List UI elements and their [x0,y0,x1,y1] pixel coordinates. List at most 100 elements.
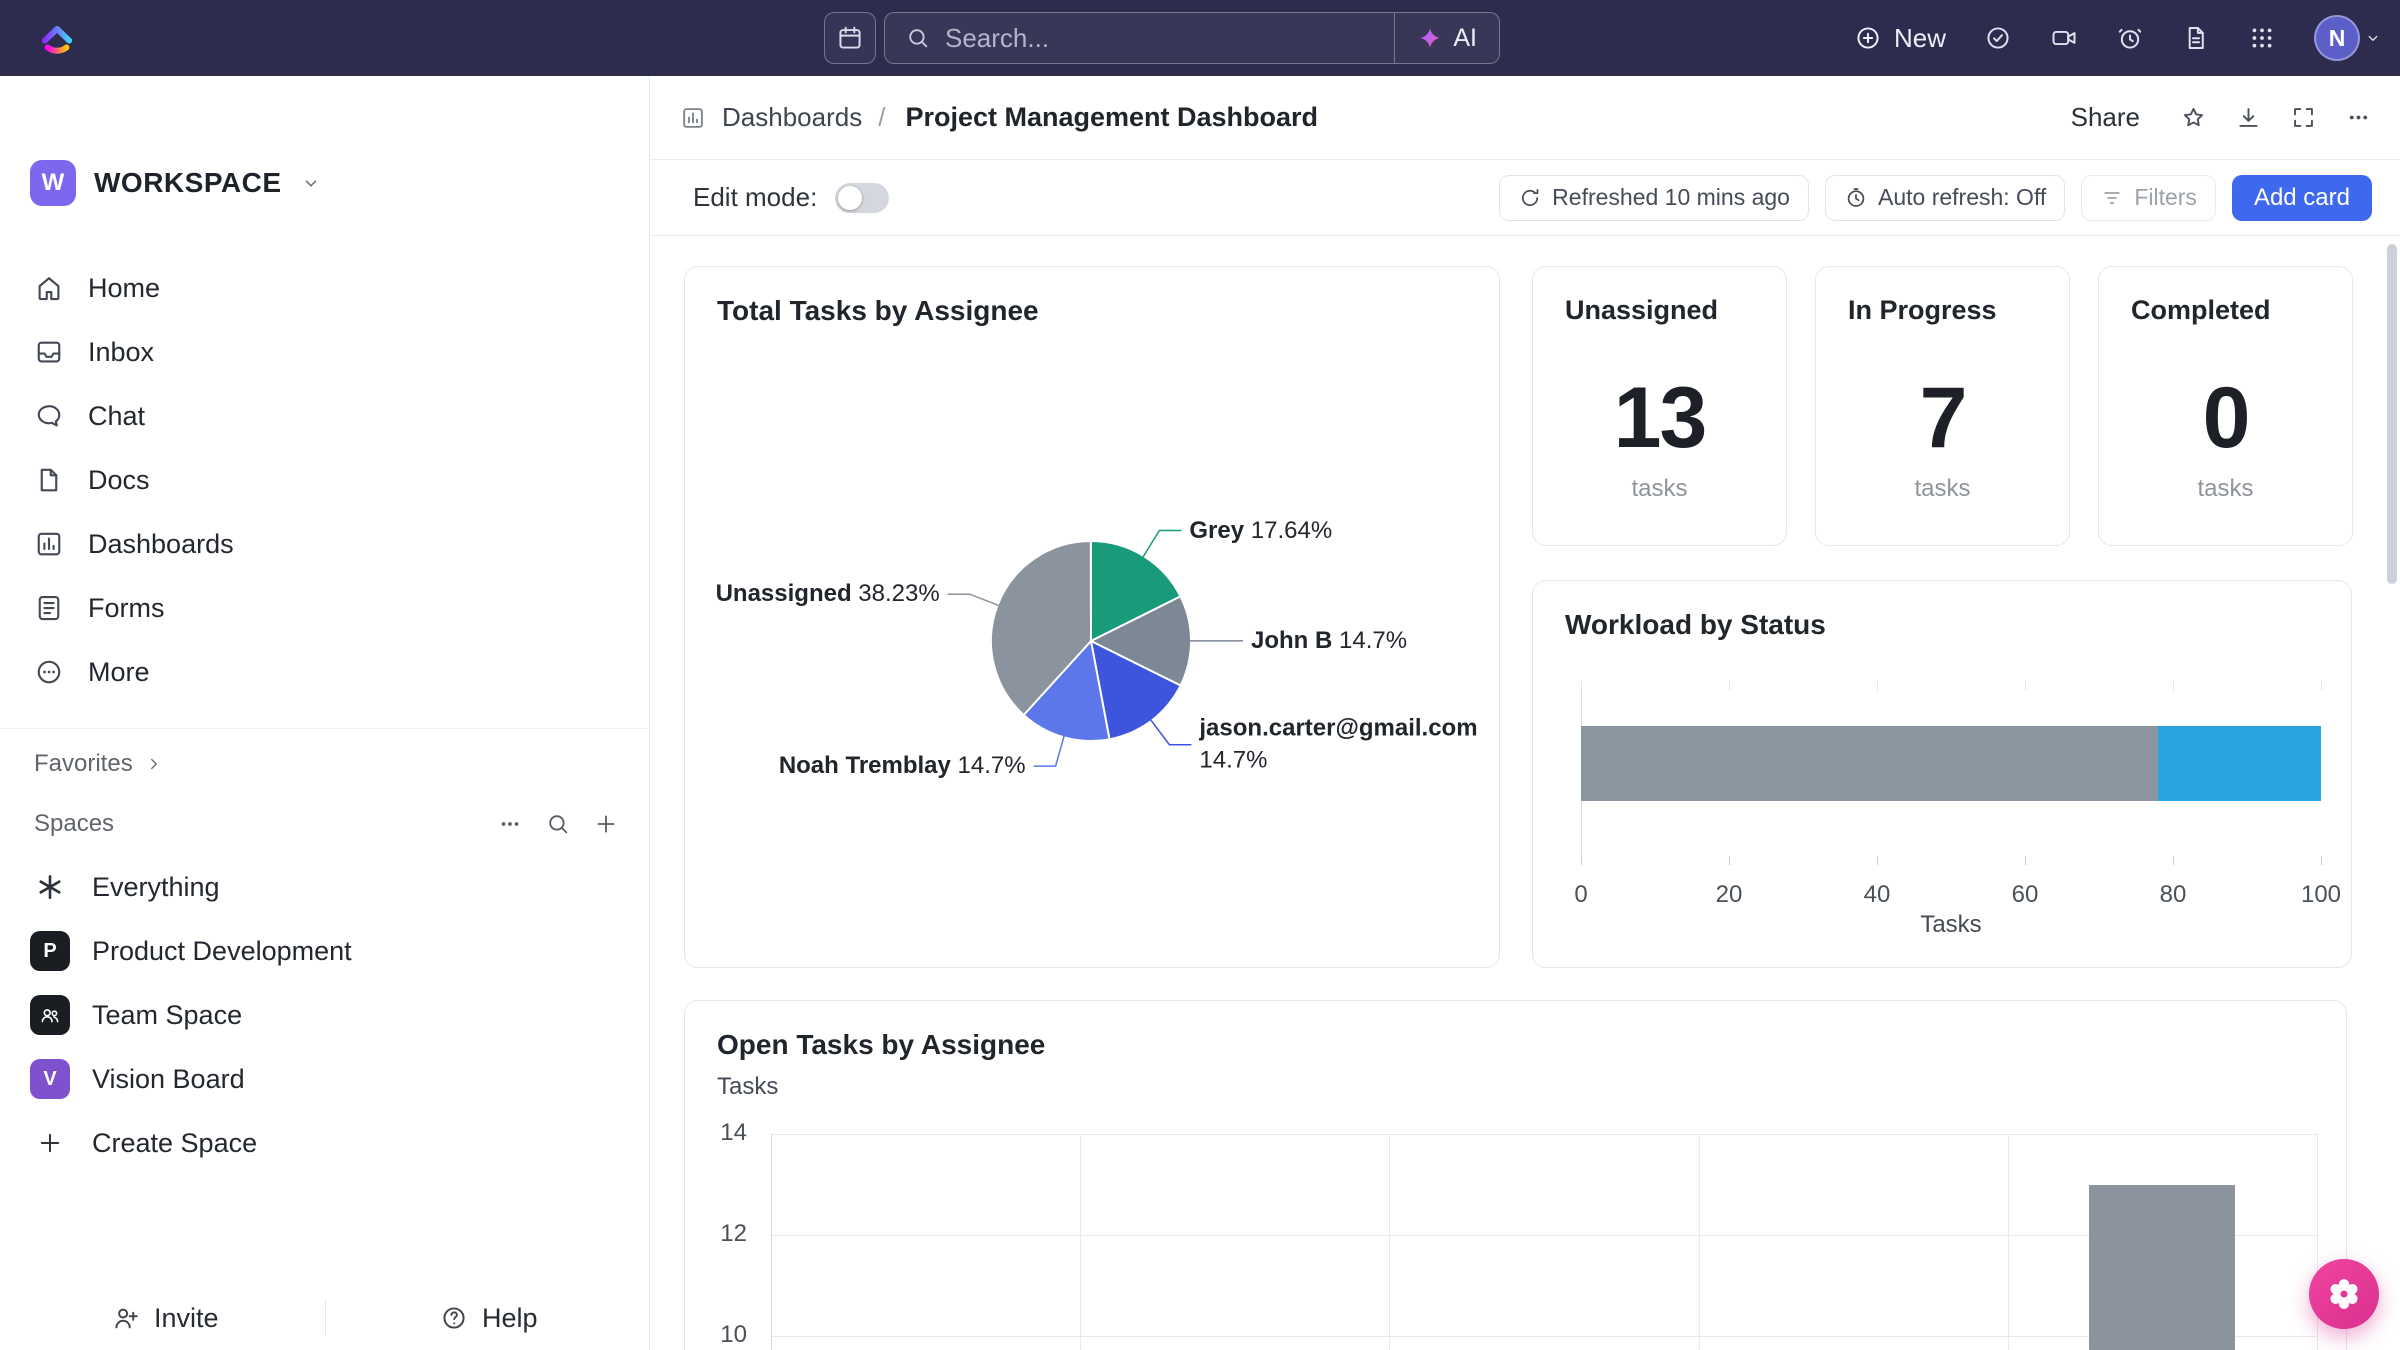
notepad-button[interactable] [2182,24,2210,52]
open-tasks-bar-chart: 141210 [685,1001,2346,1350]
pie-label-line [948,594,1000,606]
top-tick-mark [2321,681,2322,690]
spaces-add-button[interactable] [593,811,619,837]
share-button[interactable]: Share [2071,102,2140,133]
invite-label: Invite [154,1303,219,1334]
pie-label-line [1034,735,1065,766]
sidebar-space-team-space[interactable]: Team Space [0,983,649,1047]
pie-slice-label: Unassigned 38.23% [716,578,940,610]
reminders-button[interactable] [2116,24,2144,52]
top-tick-mark [1877,681,1878,690]
user-avatar[interactable]: N [2314,15,2360,61]
workload-bar-segment-0[interactable] [1581,726,2158,801]
nav-label: Chat [88,401,145,432]
sidebar-item-dashboards[interactable]: Dashboards [0,512,649,576]
nav-label: Forms [88,593,165,624]
new-label: New [1894,23,1946,54]
x-tick-label: 40 [1847,881,1907,909]
chevron-down-icon [300,172,322,194]
scrollbar[interactable] [2384,236,2400,1350]
stat-title: In Progress [1848,295,1997,326]
breadcrumb-dashboards[interactable]: Dashboards [722,102,862,133]
auto-refresh-button[interactable]: Auto refresh: Off [1825,175,2065,221]
clickup-logo-icon[interactable] [36,17,78,59]
edit-mode-toggle[interactable] [835,183,889,213]
space-label: Team Space [92,1000,242,1031]
scrollbar-thumb[interactable] [2387,244,2397,584]
ai-assistant-fab[interactable] [2309,1259,2379,1329]
y-tick-label: 12 [695,1220,747,1248]
filters-button[interactable]: Filters [2081,175,2216,221]
invite-button[interactable]: Invite [112,1286,219,1350]
sidebar-item-home[interactable]: Home [0,256,649,320]
sidebar-item-docs[interactable]: Docs [0,448,649,512]
topbar-actions: New [1854,0,2382,76]
search-bar[interactable]: AI [884,12,1500,64]
new-button[interactable]: New [1854,23,1946,54]
create-space-button[interactable]: Create Space [0,1111,649,1175]
apps-grid-button[interactable] [2248,24,2276,52]
pie-svg [685,267,1500,968]
favorites-label: Favorites [34,750,133,778]
search-input[interactable] [945,23,1394,54]
people-icon [38,1003,62,1027]
fullscreen-button[interactable] [2290,104,2317,131]
calendar-button[interactable] [824,12,876,64]
sidebar-divider [0,728,649,729]
video-camera-icon [2050,24,2078,52]
spaces-search-button[interactable] [545,811,571,837]
pie-slice-label: John B 14.7% [1251,625,1407,657]
sidebar-item-forms[interactable]: Forms [0,576,649,640]
space-label: Everything [92,872,220,903]
workload-bar-segment-1[interactable] [2158,726,2321,801]
y-axis-line [771,1134,772,1350]
top-tick-mark [2173,681,2174,690]
sidebar: W WORKSPACE Home Inbox Chat Docs [0,76,650,1350]
y-tick-label: 10 [695,1321,747,1349]
plus-icon [593,811,619,837]
space-avatar: V [30,1059,70,1099]
add-card-button[interactable]: Add card [2232,175,2372,221]
sidebar-item-chat[interactable]: Chat [0,384,649,448]
more-options-button[interactable] [2345,104,2372,131]
stat-title: Unassigned [1565,295,1718,326]
favorite-button[interactable] [2180,104,2207,131]
filter-icon [2100,186,2124,210]
sidebar-space-product-development[interactable]: P Product Development [0,919,649,983]
video-button[interactable] [2050,24,2078,52]
favorites-toggle[interactable]: Favorites [0,740,649,788]
bar-column-5[interactable] [2089,1185,2235,1350]
pie-slice-label: Grey 17.64% [1189,514,1332,546]
spaces-header: Spaces [0,800,649,848]
sidebar-space-vision-board[interactable]: V Vision Board [0,1047,649,1111]
check-circle-button[interactable] [1984,24,2012,52]
stat-unit: tasks [1533,475,1786,503]
help-button[interactable]: Help [440,1286,538,1350]
ai-button[interactable]: AI [1394,13,1499,63]
user-menu[interactable]: N [2314,15,2382,61]
spaces-more-button[interactable] [497,811,523,837]
docs-icon [34,465,64,495]
workspace-switcher[interactable]: W WORKSPACE [30,160,322,206]
calendar-icon [836,24,864,52]
dashboard-icon [680,105,706,131]
sidebar-space-everything[interactable]: Everything [0,855,649,919]
x-tick-label: 80 [2143,881,2203,909]
breadcrumb-separator: / [878,102,885,133]
sidebar-item-inbox[interactable]: Inbox [0,320,649,384]
search-icon [905,25,931,51]
alarm-clock-icon [2116,24,2144,52]
refreshed-status-button[interactable]: Refreshed 10 mins ago [1499,175,1809,221]
space-avatar: P [30,931,70,971]
pie-label-line [1143,531,1182,558]
gridline-v [1389,1134,1390,1350]
apps-grid-icon [2248,24,2276,52]
x-axis-label: Tasks [1581,911,2321,939]
check-circle-icon [1984,24,2012,52]
ellipsis-icon [497,811,523,837]
more-circle-icon [34,657,64,687]
tick-mark [1729,856,1730,865]
download-button[interactable] [2235,104,2262,131]
stat-title: Completed [2131,295,2271,326]
sidebar-item-more[interactable]: More [0,640,649,704]
